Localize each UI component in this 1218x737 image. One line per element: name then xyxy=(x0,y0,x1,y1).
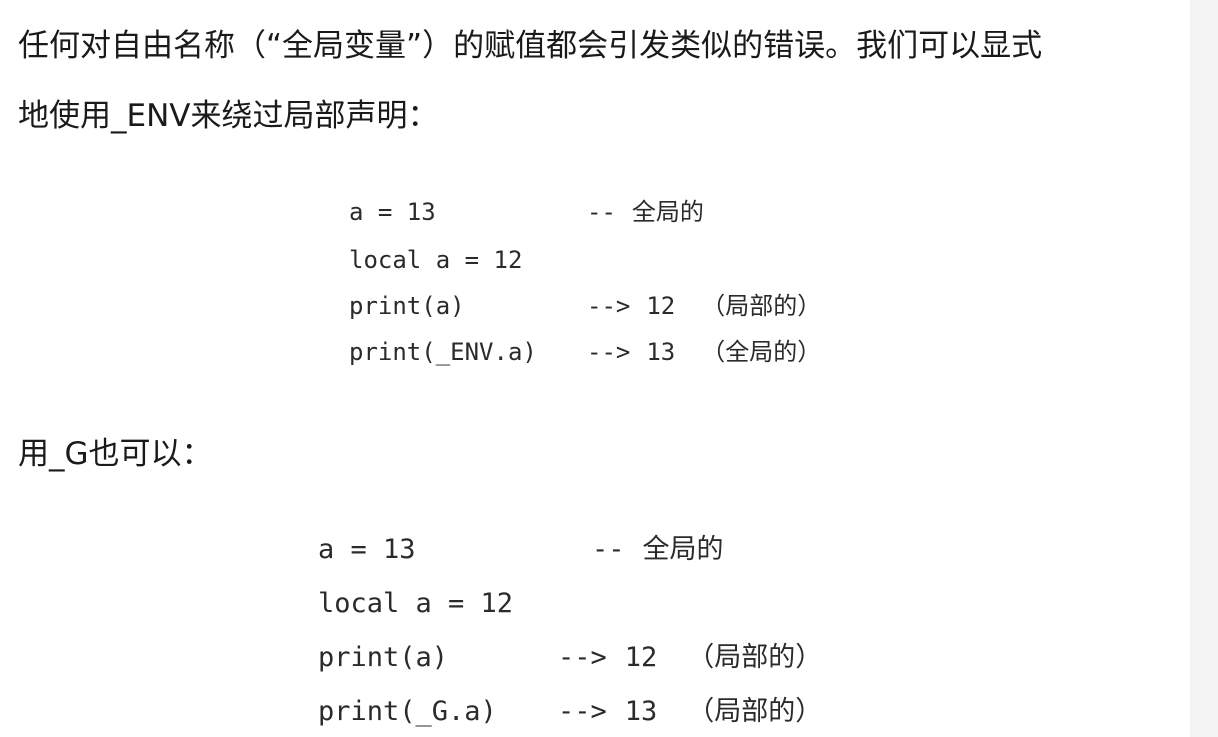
code-comment: --> 13 （全局的） xyxy=(587,336,821,368)
code-line: print(a) xyxy=(318,642,449,673)
scrollbar-track[interactable] xyxy=(1190,0,1218,737)
paragraph-line: 任何对自由名称（“全局变量”）的赋值都会引发类似的错误。我们可以显式 xyxy=(18,28,1043,64)
comment-text: 全局的 xyxy=(642,534,724,565)
comment-marker: --> xyxy=(587,292,631,320)
paragraph-line: 地使用_ENV来绕过局部声明： xyxy=(18,98,439,134)
code-line: print(_ENV.a) xyxy=(349,338,537,366)
code-comment: --> 12 （局部的） xyxy=(558,640,822,676)
document-page: 任何对自由名称（“全局变量”）的赋值都会引发类似的错误。我们可以显式 地使用_E… xyxy=(0,0,1190,737)
comment-value: 12 xyxy=(624,642,658,673)
comment-value: 13 xyxy=(646,338,676,366)
code-line: local a = 12 xyxy=(318,588,514,619)
comment-text: （局部的） xyxy=(687,642,823,673)
comment-marker: --> xyxy=(587,338,631,366)
comment-marker: -- xyxy=(592,534,625,565)
code-line: print(_G.a) xyxy=(318,696,497,727)
code-line: local a = 12 xyxy=(349,246,523,274)
paragraph-line: 用_G也可以： xyxy=(18,436,213,472)
comment-text: （局部的） xyxy=(687,696,823,727)
comment-text: 全局的 xyxy=(631,198,704,226)
comment-text: （全局的） xyxy=(701,338,822,366)
code-comment: --> 12 （局部的） xyxy=(587,290,821,322)
comment-marker: --> xyxy=(558,696,607,727)
comment-text: （局部的） xyxy=(701,292,822,320)
comment-marker: --> xyxy=(558,642,607,673)
code-comment: --> 13 （局部的） xyxy=(558,694,822,730)
code-comment: -- 全局的 xyxy=(592,532,724,568)
code-line: a = 13 xyxy=(349,198,436,226)
comment-value: 13 xyxy=(624,696,658,727)
code-comment: -- 全局的 xyxy=(587,196,704,228)
comment-marker: -- xyxy=(587,198,616,226)
comment-value: 12 xyxy=(646,292,676,320)
code-line: a = 13 xyxy=(318,534,416,565)
code-line: print(a) xyxy=(349,292,465,320)
